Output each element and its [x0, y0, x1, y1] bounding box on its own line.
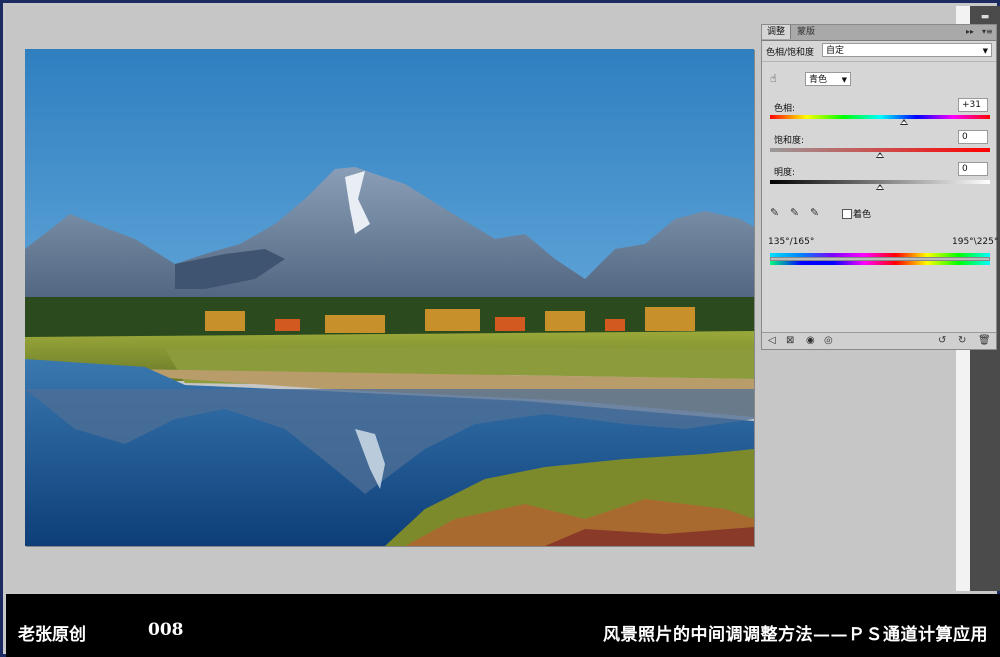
visibility-eye-icon[interactable]: ◎: [824, 335, 833, 347]
preset-value: 自定: [826, 46, 845, 56]
range-right-label: 195°\225°: [952, 237, 999, 247]
caption-title: 风景照片的中间调调整方法——ＰＳ通道计算应用: [603, 625, 988, 645]
hue-slider-thumb[interactable]: [900, 119, 909, 125]
panel-menu-icon[interactable]: ▾≡: [982, 25, 993, 39]
lightness-label: 明度:: [774, 168, 796, 178]
author-label: 老张原创: [18, 625, 86, 645]
reset-icon[interactable]: ↻: [958, 335, 966, 347]
preset-label: 色相/饱和度: [766, 48, 815, 58]
range-left-label: 135°/165°: [768, 237, 815, 247]
hue-slider[interactable]: [770, 115, 990, 119]
window-frame: ▬ 调整 蒙版 ▸▸ ▾≡ 色相/饱和度 自定 ▼ ☝ 青色 ▼ 色相: +31…: [0, 0, 1000, 657]
adjustments-panel: 调整 蒙版 ▸▸ ▾≡ 色相/饱和度 自定 ▼ ☝ 青色 ▼ 色相: +31 饱…: [761, 24, 999, 350]
colorize-label: 着色: [853, 210, 872, 220]
targeted-adjustment-icon[interactable]: ☝: [770, 73, 777, 85]
hue-spectrum-bottom: [770, 261, 990, 265]
landscape-photo: [25, 49, 754, 546]
panel-tabs: 调整 蒙版 ▸▸ ▾≡: [762, 25, 996, 41]
lightness-input[interactable]: 0: [958, 162, 988, 176]
back-arrow-icon[interactable]: ◁: [768, 335, 776, 347]
eyedropper-minus-icon[interactable]: ✎: [810, 207, 819, 219]
caption-bar: 老张原创 008 风景照片的中间调调整方法——ＰＳ通道计算应用: [6, 594, 1000, 657]
lightness-slider-thumb[interactable]: [876, 184, 884, 190]
collapse-icon[interactable]: ▬: [978, 12, 992, 22]
saturation-input[interactable]: 0: [958, 130, 988, 144]
tab-masks[interactable]: 蒙版: [792, 25, 820, 39]
eyedropper-plus-icon[interactable]: ✎: [790, 207, 799, 219]
hue-input[interactable]: +31: [958, 98, 988, 112]
layer-stack-icon[interactable]: ◉: [806, 335, 815, 347]
channel-dropdown[interactable]: 青色 ▼: [805, 72, 851, 86]
divider: [762, 61, 996, 62]
previous-state-icon[interactable]: ↺: [938, 335, 946, 347]
saturation-slider-thumb[interactable]: [876, 152, 884, 158]
panel-bottom-toolbar: ◁ ⊠ ◉ ◎ ↺ ↻ 🗑: [762, 332, 996, 349]
tab-adjustments[interactable]: 调整: [762, 25, 792, 39]
clip-layer-icon[interactable]: ⊠: [786, 335, 794, 347]
chevron-down-icon: ▼: [841, 76, 847, 84]
hue-label: 色相:: [774, 104, 796, 114]
colorize-checkbox[interactable]: [842, 209, 852, 219]
channel-value: 青色: [809, 75, 828, 85]
trash-icon[interactable]: 🗑: [978, 335, 991, 347]
saturation-label: 饱和度:: [774, 136, 805, 146]
episode-number: 008: [148, 620, 184, 640]
preset-dropdown[interactable]: 自定 ▼: [822, 43, 992, 57]
eyedropper-icon[interactable]: ✎: [770, 207, 779, 219]
chevron-down-icon: ▼: [982, 47, 988, 55]
panel-collapse-icon[interactable]: ▸▸: [966, 25, 974, 39]
